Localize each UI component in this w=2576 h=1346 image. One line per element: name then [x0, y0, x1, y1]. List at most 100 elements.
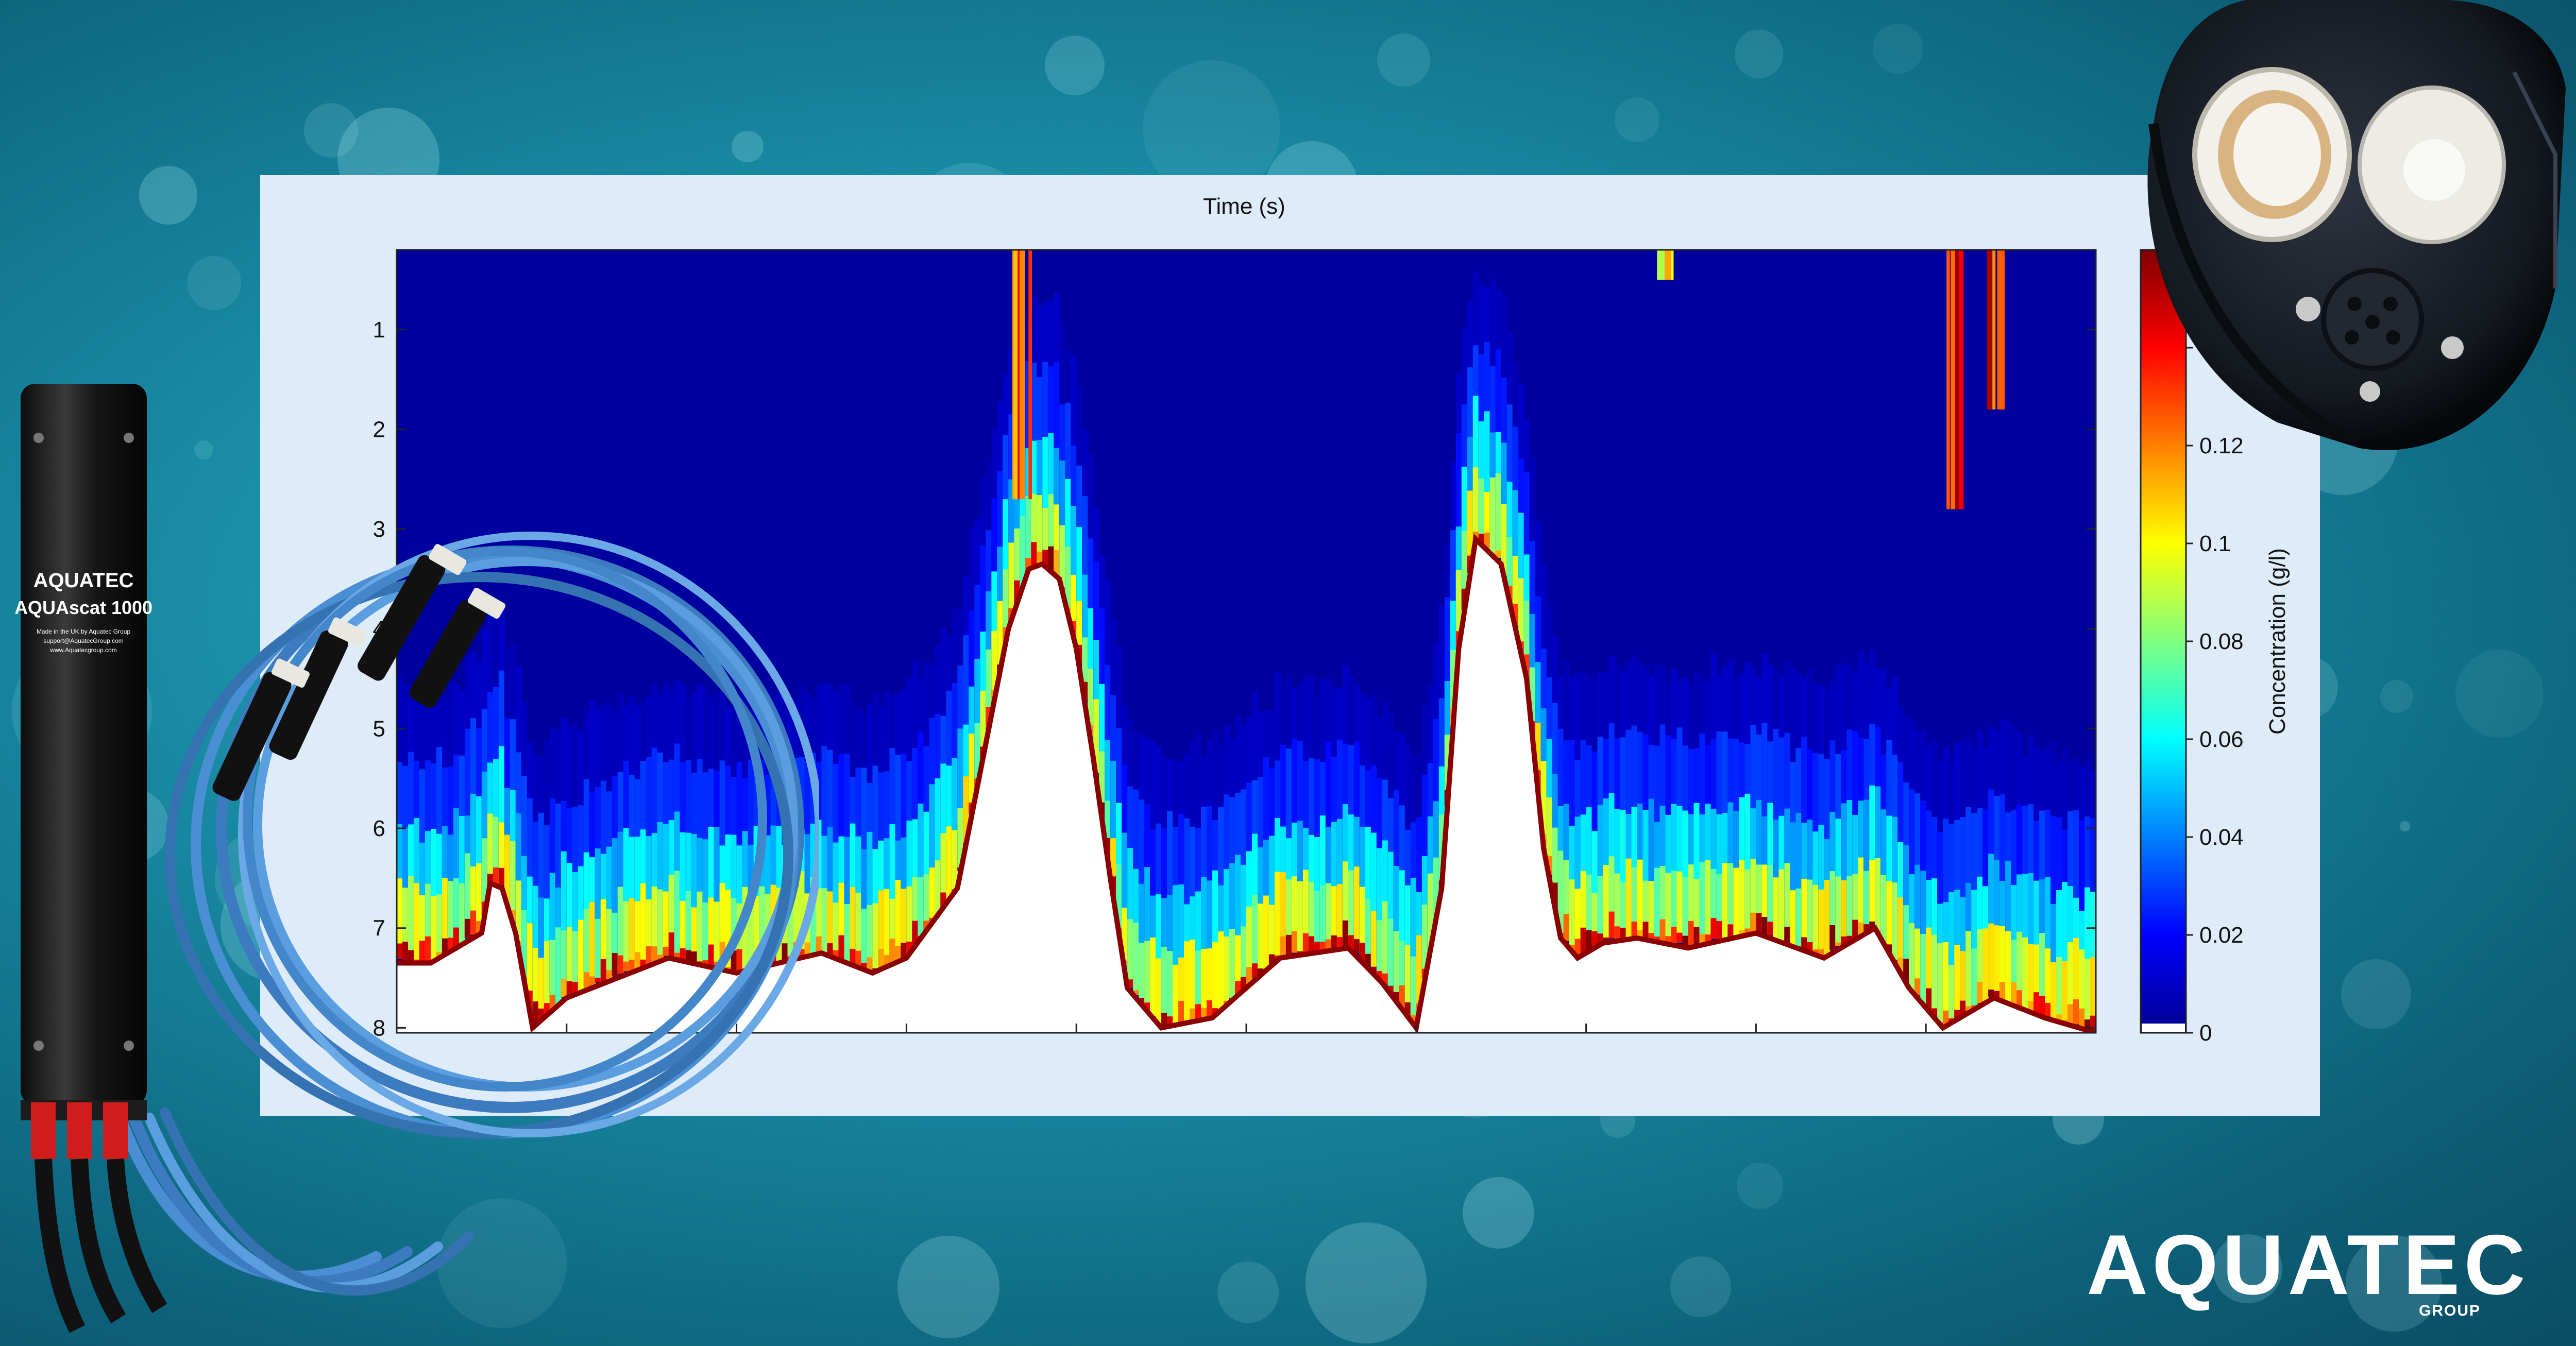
heatmap-cell [1144, 941, 1151, 1010]
transducer-large [2192, 67, 2352, 242]
bokeh-light [1462, 1177, 1535, 1249]
bokeh-light [187, 256, 241, 311]
bokeh-light [1873, 23, 1923, 74]
heatmap-cell [844, 904, 851, 968]
heatmap-cell [838, 935, 845, 959]
plume-streak [1019, 250, 1025, 500]
bokeh-light [2341, 959, 2411, 1029]
heatmap-cell [2005, 931, 2012, 1006]
heatmap-cell [2073, 999, 2080, 1025]
heatmap-cell [1489, 477, 1497, 560]
housing-fine-print-3: www.Aquatecgroup.com [49, 646, 116, 654]
heatmap-cell [1654, 867, 1661, 946]
heatmap-cell [1387, 918, 1395, 993]
heatmap-cell [1795, 888, 1802, 953]
heatmap-cell [2022, 937, 2029, 1018]
heatmap-cell [1659, 919, 1667, 941]
bokeh-light [139, 166, 198, 225]
colorbar-tick-label: 0.02 [2199, 923, 2244, 948]
aquatec-group-logo: AQUATEC GROUP [2087, 1216, 2550, 1319]
heatmap-cell [1931, 934, 1938, 1018]
heatmap-cell [1835, 876, 1842, 946]
heatmap-cell [1625, 858, 1633, 943]
colorbar-tick-label: 0.08 [2199, 629, 2244, 654]
heatmap-cell [1353, 939, 1361, 953]
heatmap-cell [1733, 867, 1740, 943]
plume-streak [1992, 250, 1996, 410]
heatmap-cell [1977, 981, 1984, 1003]
heatmap-cell [2033, 992, 2040, 1013]
heatmap-cell [1603, 865, 1610, 944]
heatmap-cell [1150, 937, 1157, 1022]
heatmap-cell [1693, 927, 1700, 943]
colorbar-zero-swatch [2142, 1024, 2185, 1032]
plume-streak [1955, 250, 1959, 509]
heatmap-cell [1178, 1001, 1185, 1024]
plume-streak [1664, 250, 1671, 280]
plume-streak [1997, 250, 2005, 410]
heatmap-cell [1954, 945, 1961, 1019]
bokeh-light [1045, 35, 1105, 95]
bokeh-light [1217, 1262, 1279, 1323]
heatmap-cell [1382, 901, 1389, 985]
bokeh-light [2400, 821, 2411, 832]
heatmap-cell [872, 903, 879, 972]
heatmap-cell [1195, 1004, 1202, 1019]
heatmap-cell [1937, 943, 1944, 1027]
heatmap-cell [1965, 931, 1972, 1011]
heatmap-cell [1263, 895, 1270, 973]
heatmap-cell [1472, 467, 1480, 540]
bokeh-light [303, 103, 359, 158]
colorbar-tick-label: 0.06 [2199, 727, 2244, 752]
plume-streak [1657, 250, 1665, 280]
heatmap-cell [1563, 914, 1570, 941]
heatmap-cell [1370, 911, 1378, 974]
heatmap-cell [1676, 932, 1683, 943]
heatmap-cell [2045, 1002, 2052, 1016]
logo-wordmark: AQUATEC [2087, 1217, 2530, 1312]
bokeh-light [2380, 679, 2413, 713]
heatmap-cell [1495, 473, 1502, 558]
heatmap-cell [1875, 858, 1882, 933]
heatmap-cell [1699, 933, 1706, 943]
bokeh-light [2455, 650, 2544, 738]
heatmap-cell [1569, 879, 1576, 955]
heatmap-cell [1818, 889, 1825, 959]
housing-fine-print-1: Made in the UK by Aquatec Group [37, 628, 130, 635]
heatmap-cell [821, 888, 828, 961]
connector-port [2321, 268, 2424, 371]
plume-streak [1028, 250, 1032, 500]
heatmap-cell [1846, 876, 1853, 944]
heatmap-cell [1218, 931, 1225, 1017]
heatmap-cell [1773, 877, 1780, 943]
heatmap-cell [1608, 911, 1616, 939]
heatmap-cell [1886, 880, 1893, 951]
heatmap-cell [1229, 929, 1236, 1005]
heatmap-cell [1580, 927, 1587, 953]
heatmap-cell [1342, 920, 1349, 947]
heatmap-cell [1302, 933, 1310, 955]
heatmap-cell [884, 889, 890, 966]
logo-subtitle: GROUP [2419, 1302, 2481, 1319]
heatmap-cell [1676, 871, 1683, 943]
bokeh-light [1735, 29, 1784, 78]
heatmap-cell [1291, 931, 1298, 953]
heatmap-cell [1767, 922, 1774, 935]
colorbar-title: Concentration (g/l) [2265, 548, 2290, 735]
heatmap-cell [1699, 862, 1706, 943]
heatmap-cell [1054, 550, 1060, 575]
bokeh-light [1377, 33, 1431, 87]
bokeh-light [732, 130, 764, 163]
heatmap-cell [1982, 928, 1989, 1010]
heatmap-cell [1824, 879, 1831, 964]
bokeh-light [1306, 1222, 1427, 1343]
heatmap-cell [1829, 925, 1836, 950]
heatmap-cell [2062, 961, 2069, 1024]
plume-streak [1987, 250, 1992, 410]
heatmap-cell [1841, 880, 1848, 946]
aquascat-instrument-image: AQUATEC AQUAscat 1000 Made in the UK by … [15, 384, 819, 1333]
heatmap-cell [1892, 882, 1899, 963]
heatmap-cell [1631, 922, 1638, 938]
heatmap-cell [1671, 927, 1677, 943]
heatmap-cell [1988, 923, 1995, 997]
